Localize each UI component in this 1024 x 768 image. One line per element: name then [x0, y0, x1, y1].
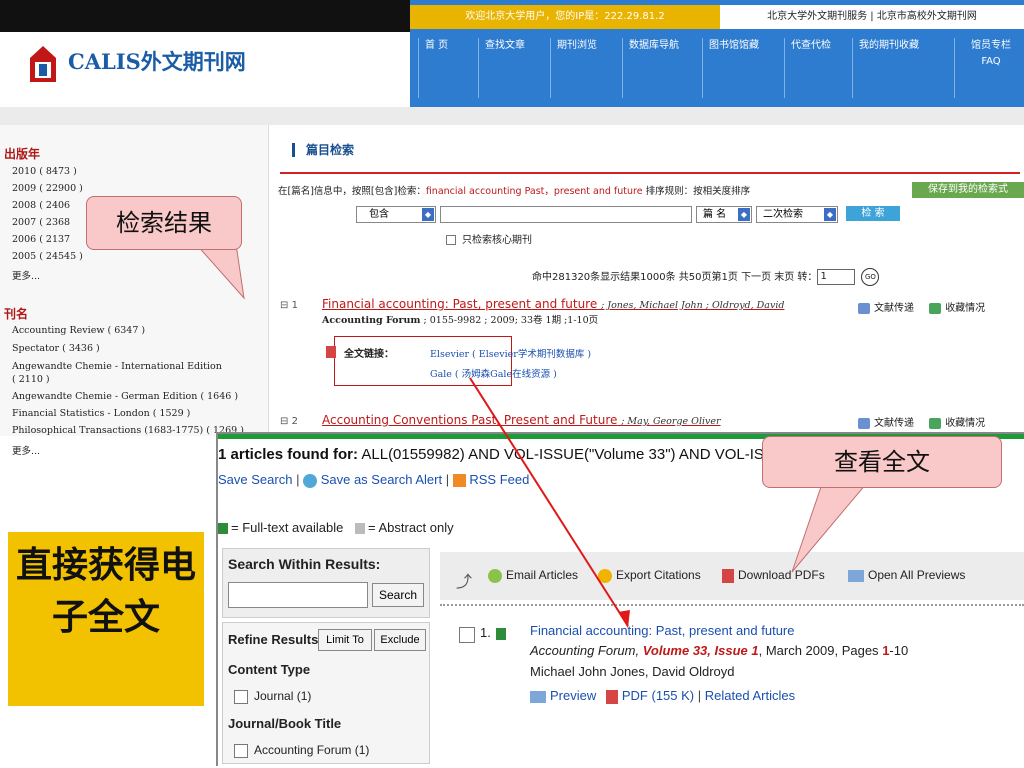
results-callout-tail — [194, 243, 245, 300]
fulltext-callout-tail — [791, 483, 868, 573]
link-arrow — [469, 377, 629, 627]
link-arrow-head — [618, 610, 630, 628]
fulltext-callout: 查看全文 — [762, 436, 1002, 488]
direct-fulltext-label: 直接获得电子全文 — [8, 532, 204, 706]
results-callout: 检索结果 — [86, 196, 242, 250]
